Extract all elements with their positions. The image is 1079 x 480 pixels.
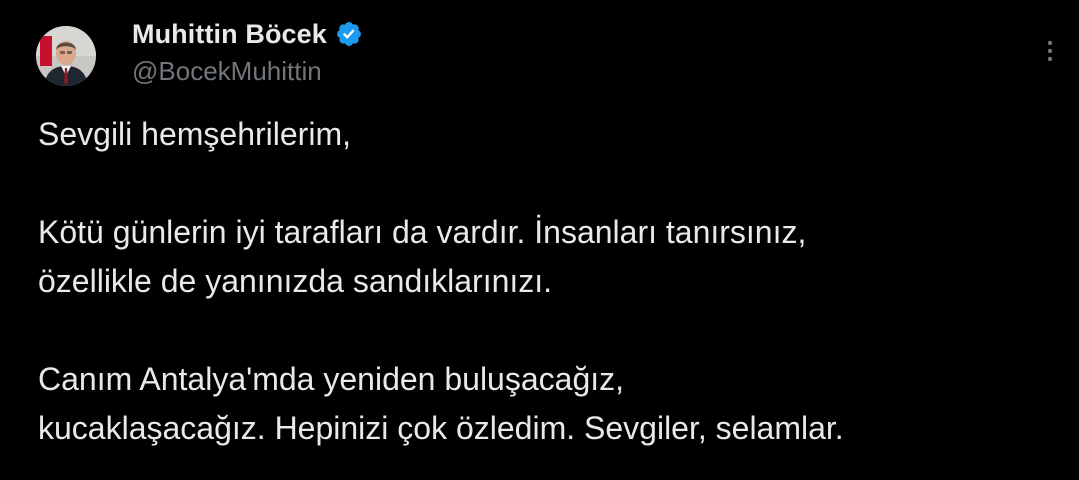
tweet-text-line: Canım Antalya'mda yeniden buluşacağız, bbox=[38, 361, 625, 397]
verified-badge-icon bbox=[335, 20, 363, 48]
name-row: Muhittin Böcek bbox=[132, 16, 363, 52]
tweet-header: Muhittin Böcek @BocekMuhittin bbox=[132, 16, 363, 87]
tweet-text: Sevgili hemşehrilerim, Kötü günlerin iyi… bbox=[38, 110, 1058, 453]
tweet-card: Muhittin Böcek @BocekMuhittin Sevgili he… bbox=[0, 0, 1079, 480]
tweet-text-line: Kötü günlerin iyi tarafları da vardır. İ… bbox=[38, 214, 807, 250]
author-display-name[interactable]: Muhittin Böcek bbox=[132, 19, 327, 50]
tweet-text-line: kucaklaşacağız. Hepinizi çok özledim. Se… bbox=[38, 410, 844, 446]
author-handle[interactable]: @BocekMuhittin bbox=[132, 56, 363, 87]
author-avatar[interactable] bbox=[36, 26, 96, 86]
more-options-icon[interactable] bbox=[1038, 36, 1062, 66]
tweet-text-line: özellikle de yanınızda sandıklarınızı. bbox=[38, 263, 553, 299]
profile-photo-icon bbox=[36, 26, 96, 86]
tweet-text-greeting: Sevgili hemşehrilerim, bbox=[38, 116, 351, 152]
